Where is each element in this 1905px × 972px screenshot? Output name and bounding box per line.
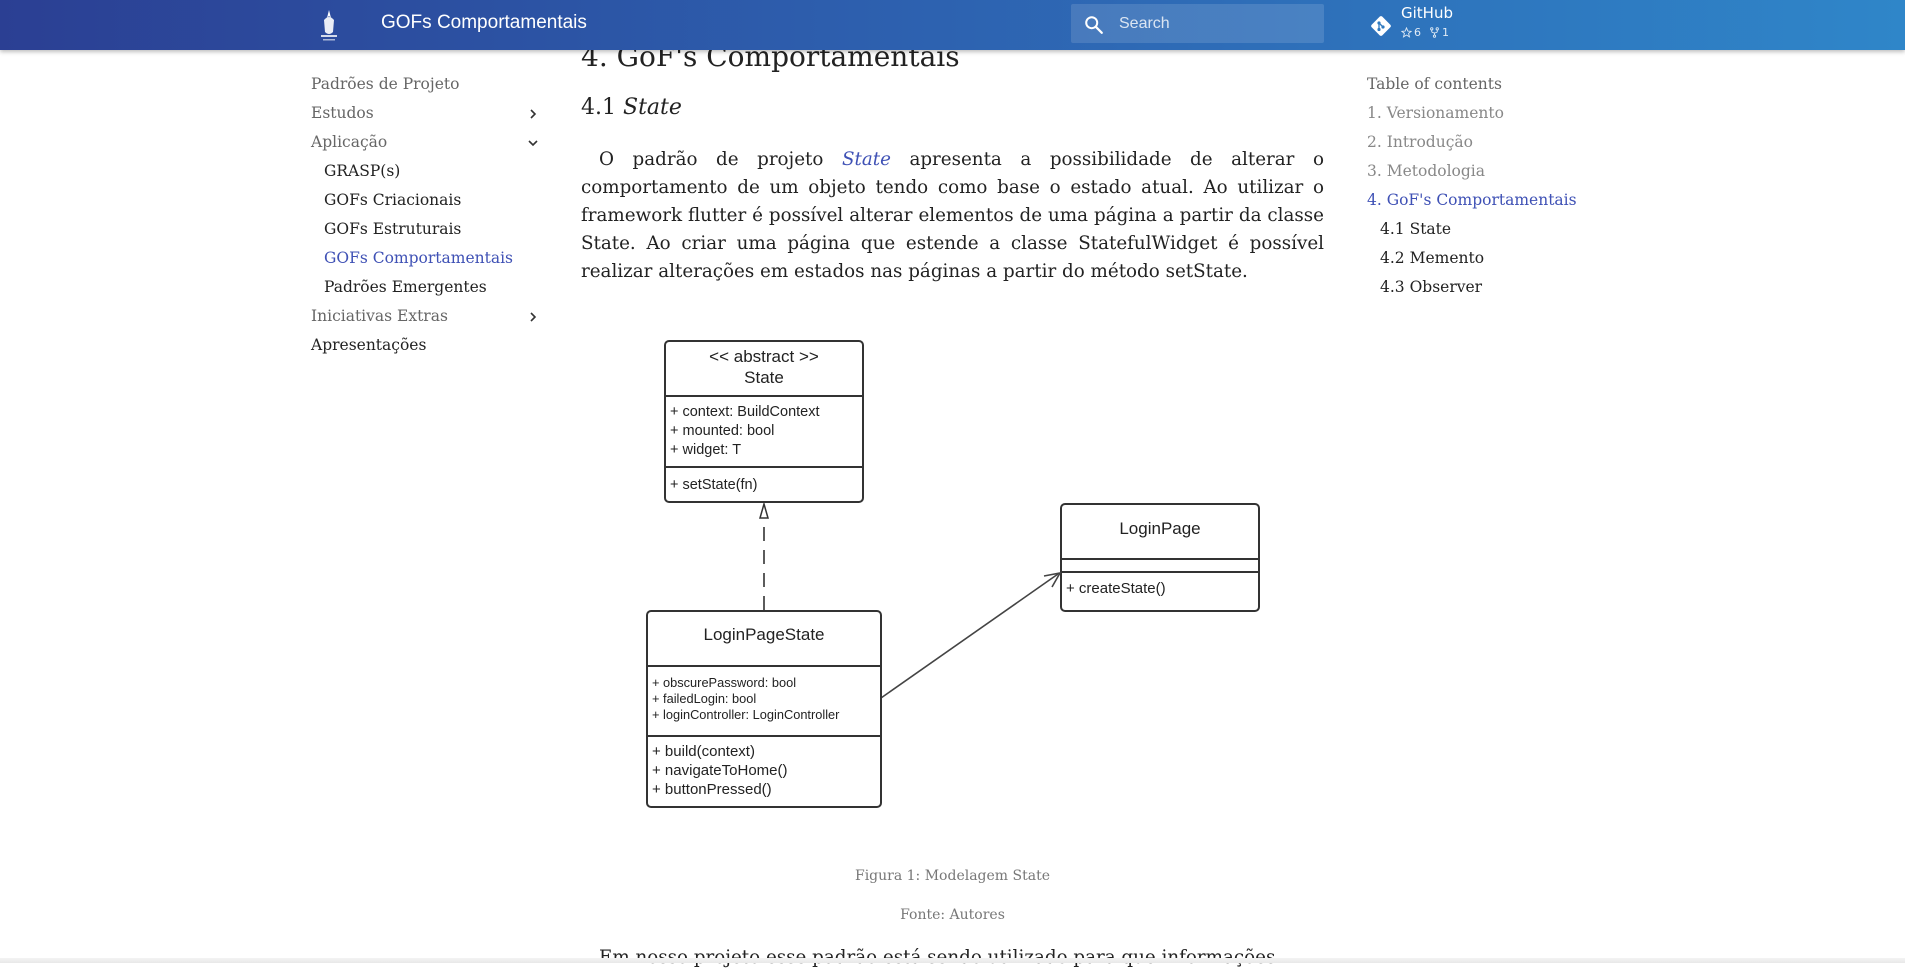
loginpagestate-method: + navigateToHome() <box>652 762 787 779</box>
nav-item-iniciativas-extras[interactable]: Iniciativas Extras <box>311 302 541 331</box>
nav-item-grasp[interactable]: GRASP(s) <box>311 157 541 186</box>
chevron-right-icon <box>530 312 537 322</box>
state-link[interactable]: State <box>842 149 891 170</box>
uml-class-loginpage: LoginPage + createState() <box>1060 503 1260 612</box>
nav-item-label: GOFs Comportamentais <box>324 249 513 267</box>
fork-icon <box>1430 27 1439 38</box>
toc-item-memento[interactable]: 4.2 Memento <box>1367 244 1607 273</box>
loginpagestate-attr: + failedLogin: bool <box>652 691 756 706</box>
nav-item-estudos[interactable]: Estudos <box>311 99 541 128</box>
loginpagestate-attr: + loginController: LoginController <box>652 707 840 722</box>
repo-name: GitHub <box>1401 4 1453 22</box>
loginpage-method: + createState() <box>1066 580 1166 597</box>
toc-item-versionamento[interactable]: 1. Versionamento <box>1367 99 1607 128</box>
nav-item-label: Iniciativas Extras <box>311 307 448 325</box>
loginpagestate-class-name: LoginPageState <box>704 625 825 644</box>
loginpagestate-attr: + obscurePassword: bool <box>652 675 796 690</box>
star-count: 6 <box>1414 26 1421 39</box>
site-title: GOFs Comportamentais <box>381 12 587 33</box>
uml-class-diagram: << abstract >> State + context: BuildCon… <box>646 340 1260 808</box>
section-number: 4.1 <box>581 95 616 120</box>
github-repo-link[interactable]: GitHub 6 1 <box>1365 4 1525 44</box>
state-attr: + context: BuildContext <box>670 404 820 420</box>
state-attr: + widget: T <box>670 442 741 458</box>
nav-item-label: Aplicação <box>311 133 388 151</box>
nav-item-gofs-estruturais[interactable]: GOFs Estruturais <box>311 215 541 244</box>
state-method: + setState(fn) <box>670 477 757 493</box>
nav-item-gofs-criacionais[interactable]: GOFs Criacionais <box>311 186 541 215</box>
fork-count: 1 <box>1442 26 1449 39</box>
figure-source: Fonte: Autores <box>900 907 1005 923</box>
toc-item-gofs-comportamentais[interactable]: 4. GoF's Comportamentais <box>1367 186 1607 215</box>
nav-item-label: Apresentações <box>311 336 427 354</box>
nav-item-label: Padrões Emergentes <box>324 278 487 296</box>
loginpagestate-method: + build(context) <box>652 743 755 760</box>
nav-item-apresentacoes[interactable]: Apresentações <box>311 331 541 360</box>
toc-item-observer[interactable]: 4.3 Observer <box>1367 273 1607 302</box>
nav-item-label: GOFs Criacionais <box>324 191 462 209</box>
association-arrow <box>880 571 1062 699</box>
figure-caption: Figura 1: Modelagem State <box>854 868 1050 884</box>
toc-item-state[interactable]: 4.1 State <box>1367 215 1607 244</box>
chevron-down-icon <box>528 140 538 147</box>
uml-class-loginpagestate: LoginPageState + obscurePassword: bool +… <box>646 610 882 808</box>
repo-stats: 6 1 <box>1401 26 1449 39</box>
toc-item-introducao[interactable]: 2. Introdução <box>1367 128 1607 157</box>
toc-item-metodologia[interactable]: 3. Metodologia <box>1367 157 1607 186</box>
state-attr: + mounted: bool <box>670 423 774 439</box>
search-box[interactable] <box>1071 4 1324 43</box>
top-header: GOFs Comportamentais GitHub 6 1 <box>0 0 1905 50</box>
nav-item-aplicacao[interactable]: Aplicação <box>311 128 541 157</box>
nav-item-label: GOFs Estruturais <box>324 220 462 238</box>
uml-class-state: << abstract >> State + context: BuildCon… <box>664 340 864 503</box>
loginpagestate-method: + buttonPressed() <box>652 781 772 798</box>
section-heading: 4.1 State <box>581 95 682 120</box>
git-icon <box>1371 16 1391 36</box>
nav-item-padroes-emergentes[interactable]: Padrões Emergentes <box>311 273 541 302</box>
chevron-right-icon <box>530 109 537 119</box>
realization-arrow <box>759 501 769 610</box>
section-title: State <box>623 95 682 120</box>
star-icon <box>1401 27 1412 38</box>
state-stereotype: << abstract >> <box>709 347 819 366</box>
nav-item-gofs-comportamentais[interactable]: GOFs Comportamentais <box>311 244 541 273</box>
loginpage-class-name: LoginPage <box>1119 519 1200 538</box>
site-logo-icon[interactable] <box>316 8 342 42</box>
nav-item-label: GRASP(s) <box>324 162 401 180</box>
nav-item-label: Padrões de Projeto <box>311 75 460 93</box>
toc-title: Table of contents <box>1367 75 1502 93</box>
bottom-edge <box>0 958 1905 963</box>
state-class-name: State <box>744 368 784 387</box>
primary-navigation: Padrões de Projeto Estudos Aplicação GRA… <box>311 70 541 360</box>
nav-item-padroes-de-projeto[interactable]: Padrões de Projeto <box>311 70 541 99</box>
search-input[interactable] <box>1119 4 1314 43</box>
search-icon <box>1085 16 1103 34</box>
intro-paragraph: O padrão de projeto State apresenta a po… <box>581 146 1324 286</box>
nav-item-label: Estudos <box>311 104 374 122</box>
paragraph-text: O padrão de projeto <box>599 149 842 170</box>
table-of-contents: Table of contents 1. Versionamento 2. In… <box>1367 70 1607 302</box>
